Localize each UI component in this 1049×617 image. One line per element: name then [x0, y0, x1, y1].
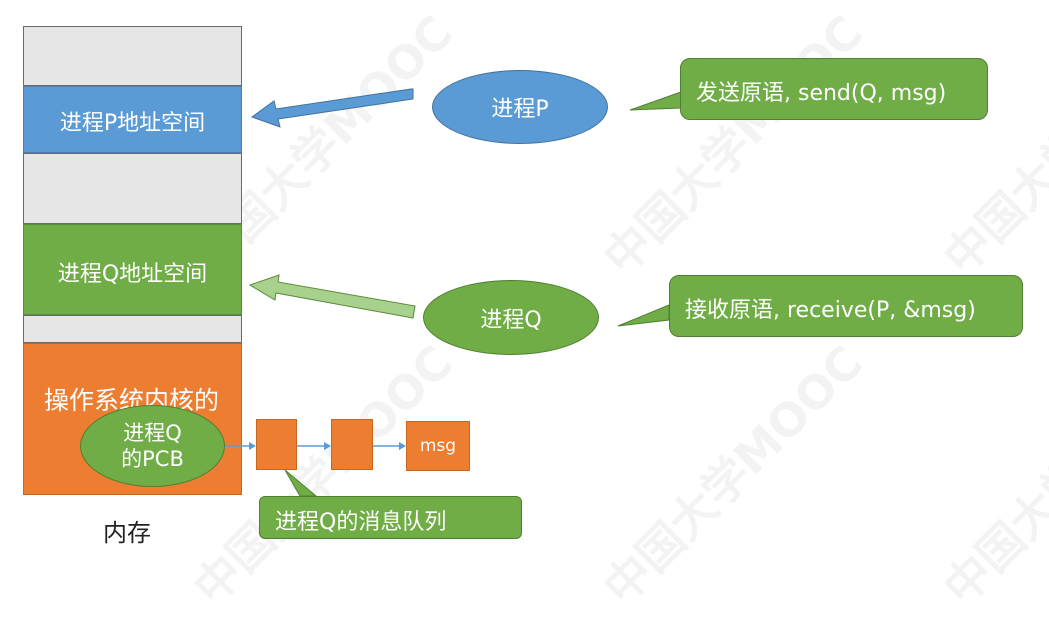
pcb-label-line2: 的PCB: [121, 447, 184, 471]
receive-callout-tail: [617, 304, 670, 327]
arrow-q-to-address-space: [248, 274, 416, 319]
process-q-node: 进程Q: [423, 280, 599, 355]
receive-callout: 接收原语, receive(P, &msg): [669, 275, 1023, 337]
send-callout-text: 发送原语, send(Q, msg): [696, 81, 947, 106]
queue-link-arrowhead: [249, 442, 256, 450]
queue-message-node: msg: [406, 421, 470, 471]
send-callout-tail: [629, 91, 682, 111]
arrow-p-to-address-space: [250, 88, 414, 128]
queue-node: [331, 419, 373, 470]
queue-message-label: msg: [419, 436, 457, 456]
queue-callout-tail: [284, 469, 318, 497]
queue-callout-text: 进程Q的消息队列: [275, 510, 447, 535]
queue-link-arrowhead: [399, 442, 406, 450]
pcb-label-line1: 进程Q: [123, 421, 182, 445]
process-q-label: 进程Q: [480, 307, 542, 333]
process-q-pcb-node: 进程Q 的PCB: [80, 405, 225, 487]
send-callout: 发送原语, send(Q, msg): [680, 58, 988, 120]
queue-node: [256, 419, 297, 470]
queue-link-arrowhead: [324, 442, 331, 450]
receive-callout-text: 接收原语, receive(P, &msg): [685, 298, 976, 323]
process-p-label: 进程P: [491, 97, 549, 122]
queue-callout: 进程Q的消息队列: [259, 496, 522, 539]
process-p-node: 进程P: [432, 70, 608, 144]
